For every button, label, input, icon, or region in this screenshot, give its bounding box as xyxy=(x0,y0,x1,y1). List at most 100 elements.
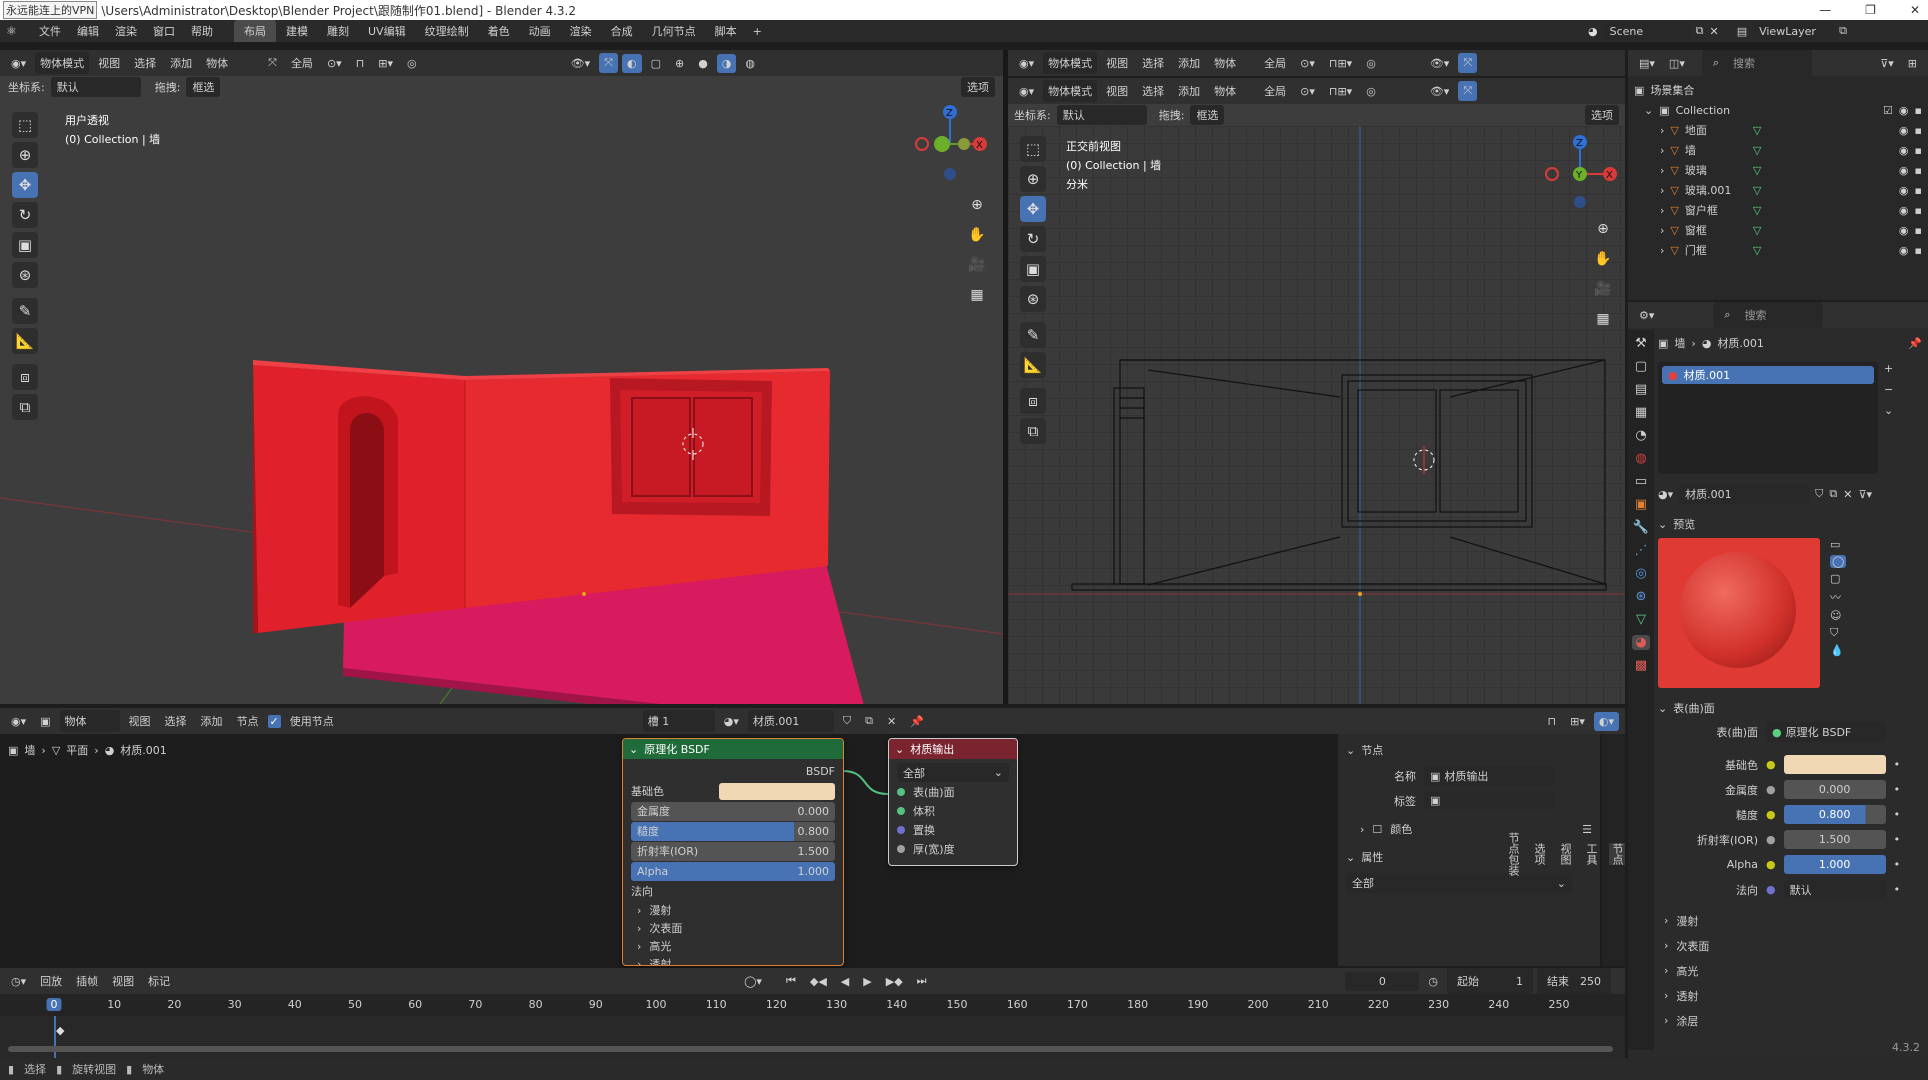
tab-sculpt[interactable]: 雕刻 xyxy=(318,20,358,42)
outliner-item[interactable]: › ▽ 窗框 ▽ ◉ ▪ xyxy=(1634,220,1922,240)
chevron-right-icon[interactable]: › xyxy=(1660,164,1664,177)
scale-tool-icon[interactable]: ▣ xyxy=(1020,256,1046,282)
chevron-down-icon[interactable]: ⌄ xyxy=(1346,744,1355,757)
constraints-tab-icon[interactable]: ⊛ xyxy=(1636,589,1647,604)
attr-dropdown[interactable]: 全部 ⌄ xyxy=(1346,873,1572,893)
chevron-down-icon[interactable]: ⌄ xyxy=(1346,851,1355,864)
outliner-collection[interactable]: ⌄ ▣ Collection ☑ ◉ ▪ xyxy=(1634,100,1922,120)
gizmo-toggle-icon[interactable]: ⤧ xyxy=(1458,81,1478,101)
property-value-field[interactable]: 1.500 xyxy=(1783,830,1886,849)
pan-hand-icon[interactable]: ✋ xyxy=(1592,248,1614,270)
side-tab-tool[interactable]: 工具 xyxy=(1583,843,1599,865)
slot-menu-icon[interactable]: ⌄ xyxy=(1884,404,1893,417)
viewport-right-canvas[interactable]: 正交前视图 (0) Collection | 墙 分米 ⬚ ⊕ ✥ ↻ ▣ ⊛ … xyxy=(1008,126,1625,704)
surface-shader-field[interactable]: ● 原理化 BSDF xyxy=(1766,722,1886,742)
base-color-swatch[interactable] xyxy=(719,782,835,800)
tab-scripting[interactable]: 脚本 xyxy=(706,20,746,42)
menu-add[interactable]: 添加 xyxy=(196,710,228,732)
remove-scene-icon[interactable]: ✕ xyxy=(1709,25,1718,38)
menu-select[interactable]: 选择 xyxy=(1137,80,1169,102)
camera-icon[interactable]: ▪ xyxy=(1915,204,1922,217)
tab-compositing[interactable]: 合成 xyxy=(602,20,642,42)
pin-icon[interactable]: 📌 xyxy=(1908,337,1922,350)
close-icon[interactable]: ✕ xyxy=(1910,3,1920,17)
proportional-icon[interactable]: ◎ xyxy=(1361,54,1381,73)
outliner-item[interactable]: › ▽ 墙 ▽ ◉ ▪ xyxy=(1634,140,1922,160)
menu-view[interactable]: 视图 xyxy=(93,52,125,74)
use-nodes-checkbox[interactable]: ✓ xyxy=(267,714,281,728)
eye-icon[interactable]: ◉ xyxy=(1899,204,1909,217)
view-layer-tab-icon[interactable]: ▦ xyxy=(1635,405,1647,420)
scene-field[interactable]: Scene xyxy=(1603,22,1690,40)
material-output-node[interactable]: ⌄ 材质输出 全部 ⌄ 表(曲)面 体积 置换 厚(宽)度 xyxy=(888,738,1018,866)
roughness-field[interactable]: 糙度 0.800 xyxy=(631,821,835,841)
measure-tool-icon[interactable]: 📐 xyxy=(1020,352,1046,378)
annotate-tool-icon[interactable]: ✎ xyxy=(12,298,38,324)
record-icon[interactable]: ◯▾ xyxy=(739,972,767,991)
coord-dropdown[interactable]: 默认 xyxy=(1056,105,1147,125)
property-value-field[interactable]: 1.000 xyxy=(1783,855,1886,874)
nav-gizmo[interactable]: Z X Y xyxy=(1538,130,1618,210)
shader-type-icon[interactable]: ▣ xyxy=(35,712,55,731)
play-reverse-icon[interactable]: ◀ xyxy=(836,972,854,991)
camera-icon[interactable]: ▪ xyxy=(1915,124,1922,137)
object-tab-icon[interactable]: ▣ xyxy=(1635,497,1647,512)
pivot-icon[interactable]: ⊙▾ xyxy=(1295,82,1320,101)
transform-tool-icon[interactable]: ⊛ xyxy=(1020,286,1046,312)
principled-bsdf-node[interactable]: ⌄ 原理化 BSDF BSDF 基础色 金属度 0.000 糙度 0.800 折射率… xyxy=(622,738,844,966)
menu-view[interactable]: 视图 xyxy=(1101,52,1133,74)
select-box-tool-icon[interactable]: ⬚ xyxy=(1020,136,1046,162)
add-cube-tool-icon[interactable]: ⧈ xyxy=(12,364,38,390)
chevron-down-icon[interactable]: ⌄ xyxy=(895,743,904,756)
preview-range-icon[interactable]: ◷ xyxy=(1423,972,1443,991)
keyframe-dot-icon[interactable]: • xyxy=(1894,758,1901,771)
outliner-search-input[interactable]: 搜索 xyxy=(1728,52,1760,74)
side-tab-wrangler[interactable]: 节点包装 xyxy=(1505,832,1521,876)
chevron-down-icon[interactable]: ⌄ xyxy=(1658,702,1667,715)
material-tab-icon[interactable]: ◕ xyxy=(1632,635,1650,650)
chevron-right-icon[interactable]: › xyxy=(1660,204,1664,217)
keyframe-icon[interactable]: ◆ xyxy=(56,1024,64,1037)
node-name-field[interactable]: ▣ 材质输出 xyxy=(1424,766,1554,786)
outliner-item[interactable]: › ▽ 门框 ▽ ◉ ▪ xyxy=(1634,240,1922,260)
property-subsection[interactable]: › 次表面 xyxy=(1658,933,1922,958)
keyframe-dot-icon[interactable]: • xyxy=(1894,833,1901,846)
rotate-tool-icon[interactable]: ↻ xyxy=(12,202,38,228)
minimize-icon[interactable]: — xyxy=(1819,3,1831,17)
proportional-icon[interactable]: ◎ xyxy=(1361,82,1381,101)
restore-icon[interactable]: ❐ xyxy=(1865,3,1876,17)
options-button[interactable]: 选项 xyxy=(1585,105,1619,125)
zoom-icon[interactable]: ⊕ xyxy=(966,194,988,216)
end-frame-field[interactable]: 结束 250 xyxy=(1537,968,1611,994)
chevron-right-icon[interactable]: › xyxy=(1360,823,1364,836)
menu-node[interactable]: 节点 xyxy=(232,710,264,732)
texture-tab-icon[interactable]: ▩ xyxy=(1635,658,1647,673)
duplicate-icon[interactable]: ⧉ xyxy=(860,711,878,731)
node-section-label[interactable]: 节点 xyxy=(1361,742,1383,758)
menu-object[interactable]: 物体 xyxy=(201,52,233,74)
rotate-tool-icon[interactable]: ↻ xyxy=(1020,226,1046,252)
menu-select[interactable]: 选择 xyxy=(129,52,161,74)
outliner-scene-collection[interactable]: ▣ 场景集合 xyxy=(1634,80,1922,100)
property-value-field[interactable]: 默认 xyxy=(1783,880,1886,899)
modifier-tab-icon[interactable]: 🔧 xyxy=(1633,520,1649,535)
next-key-icon[interactable]: ▶◆ xyxy=(881,972,908,991)
options-button[interactable]: 选项 xyxy=(961,77,995,97)
menu-view[interactable]: 视图 xyxy=(1101,80,1133,102)
chevron-right-icon[interactable]: › xyxy=(1664,989,1668,1002)
menu-keying[interactable]: 插帧 xyxy=(71,970,103,992)
shading-material-icon[interactable]: ◑ xyxy=(716,53,737,73)
zoom-icon[interactable]: ⊕ xyxy=(1592,218,1614,240)
overlay-toggle-icon[interactable]: ◐▾ xyxy=(1593,711,1619,731)
world-tab-icon[interactable]: ◍ xyxy=(1635,451,1646,466)
select-box-tool-icon[interactable]: ⬚ xyxy=(12,112,38,138)
side-tab-view[interactable]: 视图 xyxy=(1557,843,1573,865)
property-value-field[interactable]: 0.800 xyxy=(1783,805,1886,824)
scene-icon[interactable]: ◕ xyxy=(1588,25,1598,38)
new-viewlayer-icon[interactable]: ⧉ xyxy=(1839,24,1847,38)
menu-object[interactable]: 物体 xyxy=(1209,80,1241,102)
menu-playback[interactable]: 回放 xyxy=(35,970,67,992)
menu-help[interactable]: 帮助 xyxy=(184,21,220,41)
render-tab-icon[interactable]: ▢ xyxy=(1635,359,1647,374)
transform-orientation-dropdown[interactable]: 全局 xyxy=(1259,52,1291,74)
